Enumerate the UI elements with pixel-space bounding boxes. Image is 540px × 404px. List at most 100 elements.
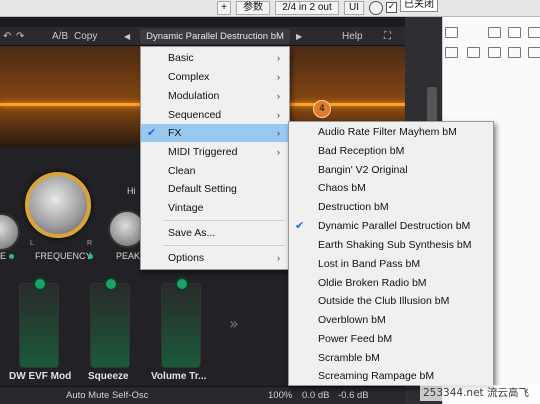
menu-item-label: Clean (168, 165, 196, 177)
r-mark: R (87, 240, 93, 247)
left-knob-led (9, 254, 14, 259)
menu-item-complex[interactable]: Complex › (141, 68, 289, 86)
table-icon[interactable] (508, 47, 521, 58)
link-icon[interactable] (488, 47, 501, 58)
plugin-footer: Auto Mute Self-Osc 100% 0.0 dB -0.6 dB (0, 386, 405, 404)
submenu-item-label: Audio Rate Filter Mayhem bM (318, 126, 457, 138)
menu-item-midi-triggered[interactable]: MIDI Triggered › (141, 143, 289, 161)
redo-icon[interactable]: ↷ (16, 31, 24, 42)
submenu-item-label: Destruction bM (318, 201, 389, 213)
submenu-item[interactable]: Overblown bM (289, 311, 493, 329)
fader-dw-evf-mod[interactable] (19, 277, 59, 368)
hi-mode-label[interactable]: Hi (127, 186, 136, 196)
submenu-arrow-icon: › (277, 110, 280, 120)
menu-item-modulation[interactable]: Modulation › (141, 87, 289, 105)
fader-volume-tr[interactable] (161, 277, 201, 368)
fader-label: Volume Tr... (151, 371, 207, 382)
menu-item-label: MIDI Triggered (168, 146, 238, 158)
frequency-label: FREQUENCY (35, 251, 92, 261)
submenu-item[interactable]: Bangin' V2 Original (289, 161, 493, 179)
auto-mute-toggle[interactable]: Auto Mute Self-Osc (66, 390, 148, 401)
menu-item-save-as[interactable]: Save As... (141, 224, 289, 242)
tree-icon[interactable] (467, 47, 480, 58)
submenu-item[interactable]: Scramble bM (289, 349, 493, 367)
menu-item-fx[interactable]: ✔ FX › (141, 124, 289, 142)
submenu-item-label: Dynamic Parallel Destruction bM (318, 220, 471, 232)
menu-item-default-setting[interactable]: Default Setting (141, 180, 289, 198)
submenu-arrow-icon: › (277, 147, 280, 157)
menu-item-label: Complex (168, 71, 210, 83)
fader-squeeze[interactable] (90, 277, 130, 368)
submenu-arrow-icon: › (277, 128, 280, 138)
fader-cap[interactable] (175, 277, 189, 291)
menu-item-sequenced[interactable]: Sequenced › (141, 106, 289, 124)
submenu-item-label: Bad Reception bM (318, 145, 405, 157)
submenu-item[interactable]: Earth Shaking Sub Synthesis bM (289, 236, 493, 254)
l-mark: L (30, 240, 34, 247)
output-gain[interactable]: -0.6 dB (338, 390, 369, 401)
menu-separator (163, 245, 285, 246)
menu-item-label: Basic (168, 52, 194, 64)
menu-item-label: Vintage (168, 202, 204, 214)
submenu-item[interactable]: Bad Reception bM (289, 142, 493, 160)
submenu-item-label: Oldie Broken Radio bM (318, 277, 427, 289)
menu-item-vintage[interactable]: Vintage (141, 199, 289, 217)
menu-item-options[interactable]: Options › (141, 249, 289, 267)
submenu-item[interactable]: Destruction bM (289, 198, 493, 216)
submenu-item[interactable]: Oldie Broken Radio bM (289, 274, 493, 292)
zoom-level[interactable]: 100% (268, 390, 292, 401)
host-toolbar: + 参数 2/4 in 2 out UI ✓ 已关闭 (0, 0, 540, 17)
fader-label: Squeeze (88, 371, 129, 382)
next-preset-arrow-icon[interactable]: ▶ (296, 32, 302, 41)
submenu-item[interactable]: Chaos bM (289, 179, 493, 197)
prev-preset-arrow-icon[interactable]: ◀ (124, 32, 130, 41)
left-knob-label: E (0, 251, 7, 261)
doc-icon[interactable] (445, 27, 458, 38)
submenu-item[interactable]: Lost in Band Pass bM (289, 255, 493, 273)
input-gain[interactable]: 0.0 dB (302, 390, 329, 401)
image-icon[interactable] (508, 27, 521, 38)
submenu-item[interactable]: Power Feed bM (289, 330, 493, 348)
menu-item-label: Options (168, 252, 205, 264)
frequency-led (88, 254, 93, 259)
code-icon[interactable] (445, 47, 458, 58)
help-button[interactable]: Help (342, 31, 363, 42)
fader-cap[interactable] (104, 277, 118, 291)
menu-item-basic[interactable]: Basic › (141, 49, 289, 67)
fx-submenu: Audio Rate Filter Mayhem bM Bad Receptio… (288, 121, 494, 386)
menu-item-label: FX (168, 127, 182, 139)
check-icon: ✔ (147, 127, 157, 139)
menu-item-label: Save As... (168, 227, 216, 239)
more-chevrons-icon[interactable]: » (229, 314, 239, 333)
chart-icon[interactable] (528, 47, 540, 58)
fader-label: DW EVF Mod (9, 371, 72, 382)
submenu-item[interactable]: Audio Rate Filter Mayhem bM (289, 123, 493, 141)
menu-item-label: Default Setting (168, 183, 237, 195)
submenu-item[interactable]: Screaming Rampage bM (289, 367, 493, 385)
io-config-button[interactable]: 2/4 in 2 out (275, 1, 339, 15)
submenu-arrow-icon: › (277, 253, 280, 263)
copy-button[interactable]: Copy (74, 31, 97, 42)
film-icon[interactable] (528, 27, 540, 38)
undo-icon[interactable]: ↶ (3, 31, 11, 42)
submenu-item-label: Chaos bM (318, 182, 366, 194)
ab-button[interactable]: A/B (52, 31, 68, 42)
preset-selector[interactable]: Dynamic Parallel Destruction bM (140, 29, 290, 44)
submenu-item-label: Scramble bM (318, 352, 380, 364)
fader-cap[interactable] (33, 277, 47, 291)
frequency-knob[interactable] (25, 172, 91, 238)
submenu-item[interactable]: Outside the Club Illusion bM (289, 292, 493, 310)
menu-item-label: Modulation (168, 90, 220, 102)
ui-button[interactable]: UI (344, 1, 364, 15)
plugin-toolbar: ↶ ↷ A/B Copy ◀ Dynamic Parallel Destruct… (0, 27, 405, 46)
filter-node-handle[interactable]: 4 (313, 100, 331, 118)
fullscreen-icon[interactable]: ⛶ (384, 31, 391, 42)
word-icon[interactable] (488, 27, 501, 38)
params-button[interactable]: 参数 (236, 1, 270, 15)
enable-checkbox[interactable]: ✓ (386, 2, 397, 13)
screen: + 参数 2/4 in 2 out UI ✓ 已关闭 ↶ ↷ A/B Copy … (0, 0, 540, 404)
add-button[interactable]: + (217, 1, 231, 15)
bypass-circle-icon[interactable] (369, 1, 383, 15)
menu-item-clean[interactable]: Clean (141, 162, 289, 180)
submenu-item-selected[interactable]: ✔ Dynamic Parallel Destruction bM (289, 217, 493, 235)
